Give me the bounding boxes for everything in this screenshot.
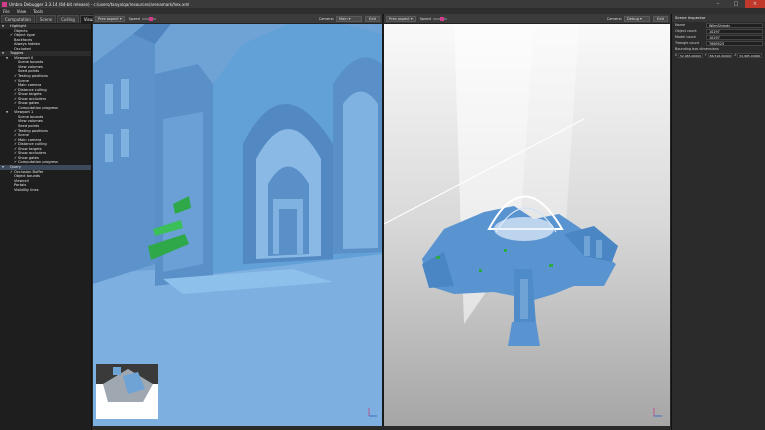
inspector-key: Name	[675, 23, 686, 27]
bbox-y-field[interactable]: 86.516.00000	[707, 53, 733, 58]
tree-item-label: Visibility lines	[14, 187, 39, 192]
menu-file[interactable]: File	[3, 9, 10, 14]
camera-dropdown[interactable]: Debug ▾	[624, 15, 651, 22]
scene-inspector-panel: Scene Inspector Name WilmShimdy Object c…	[671, 14, 765, 430]
expand-arrow-icon[interactable]: ▼	[1, 165, 5, 170]
scene-render-debug	[384, 24, 662, 417]
tree-item[interactable]: Visibility lines	[0, 188, 91, 193]
inspector-value-triangle-count[interactable]: 7669525	[706, 40, 763, 46]
aspect-dropdown[interactable]: Pres aspect ▾	[386, 15, 416, 22]
minimize-icon[interactable]: –	[709, 0, 727, 8]
tab-scene[interactable]: Scene	[35, 15, 57, 23]
close-icon[interactable]: ×	[745, 0, 765, 8]
bbox-z-field[interactable]: 52.965.00000	[737, 53, 763, 58]
tab-computation[interactable]: Computation	[1, 15, 35, 23]
app-icon	[2, 1, 7, 7]
tab-culling[interactable]: Culling	[57, 15, 79, 23]
bbox-x-field[interactable]: 52.965.00000	[678, 53, 703, 58]
speed-slider[interactable]	[141, 16, 156, 21]
inspector-key: Model count	[675, 35, 696, 39]
tree-item-label: Computation progress	[18, 160, 58, 165]
expand-arrow-icon[interactable]: ▼	[1, 24, 5, 29]
speed-slider[interactable]	[432, 16, 447, 21]
left-tab-bar: Computation Scene Culling Visualizations	[0, 14, 116, 23]
edit-camera-button[interactable]: Edit	[365, 15, 380, 22]
aspect-dropdown[interactable]: Pres aspect ▾	[95, 15, 125, 22]
scene-inspector-title: Scene Inspector	[672, 14, 765, 22]
title-bar: Umbra Debugger 3.3.14 (64-bit release) -…	[0, 0, 765, 8]
camera-label: Camera:	[606, 16, 623, 21]
viewport-0-toolbar: Pres aspect ▾ Speed Camera: Main ▾ Edit	[93, 14, 382, 24]
maximize-icon[interactable]: □	[727, 0, 745, 8]
inspector-value-model-count[interactable]: 10297	[706, 34, 763, 40]
speed-slider-handle[interactable]	[148, 16, 153, 21]
expand-arrow-icon[interactable]: ▼	[5, 110, 9, 115]
bounding-box-values: X 52.965.00000 Y 86.516.00000 Z 52.965.0…	[672, 52, 765, 59]
inspector-value-object-count[interactable]: 10297	[706, 28, 763, 34]
speed-label: Speed	[419, 16, 431, 21]
speed-slider-handle[interactable]	[439, 16, 444, 21]
viewport-main-camera[interactable]	[93, 24, 382, 426]
window-title: Umbra Debugger 3.3.14 (64-bit release) -…	[9, 1, 190, 7]
bounding-box-label: Bounding box dimensions	[675, 47, 719, 51]
menu-view[interactable]: View	[17, 9, 27, 14]
viewport-1-toolbar: Pres aspect ▾ Speed Camera: Debug ▾ Edit	[384, 14, 670, 24]
edit-camera-button[interactable]: Edit	[653, 15, 668, 22]
camera-dropdown[interactable]: Main ▾	[336, 15, 363, 22]
speed-label: Speed	[128, 16, 140, 21]
window-controls: – □ ×	[709, 0, 765, 8]
camera-label: Camera:	[318, 16, 335, 21]
scene-render-main	[93, 24, 382, 426]
inspector-key: Triangle count	[675, 41, 699, 45]
inspector-value-name[interactable]: WilmShimdy	[706, 22, 763, 28]
status-strip	[93, 426, 670, 430]
viewport-debug-camera[interactable]	[384, 24, 670, 426]
visualization-tree: ▼ Highlight Objects ✓ Object type Backfaces Al…	[0, 23, 91, 193]
left-panel: Computation Scene Culling Visualizations…	[0, 14, 116, 430]
expand-arrow-icon[interactable]: ▼	[5, 56, 9, 61]
menu-tools[interactable]: Tools	[33, 9, 43, 14]
inspector-key: Object count	[675, 29, 697, 33]
